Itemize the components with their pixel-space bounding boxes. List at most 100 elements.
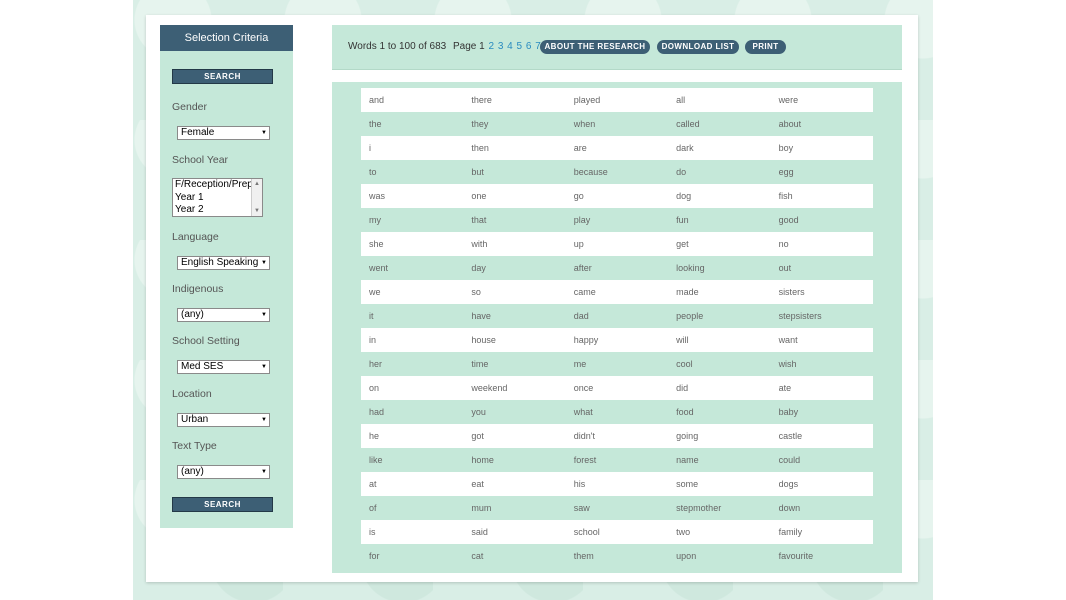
table-row: she with up get no	[361, 232, 873, 256]
word-cell: boy	[778, 143, 794, 153]
word-cell: i	[369, 143, 371, 153]
word-cell: were	[778, 95, 799, 105]
word-cell: dark	[676, 143, 694, 153]
dropdown-arrow-icon: ▼	[261, 260, 267, 266]
dropdown-arrow-icon: ▼	[261, 417, 267, 423]
language-select[interactable]: English Speaking ▼	[177, 256, 270, 270]
word-cell: because	[573, 167, 608, 177]
download-list-button[interactable]: DOWNLOAD LIST	[657, 40, 739, 54]
word-cell: them	[573, 551, 594, 561]
page-link-6[interactable]: 6	[526, 41, 532, 52]
word-cell: up	[573, 239, 584, 249]
word-cell: school	[573, 527, 600, 537]
table-row: is said school two family	[361, 520, 873, 544]
page-link-2[interactable]: 2	[488, 41, 494, 52]
word-cell: called	[676, 119, 700, 129]
word-cell: didn't	[573, 431, 596, 441]
language-select-value: English Speaking	[181, 257, 259, 268]
word-cell: one	[471, 191, 487, 201]
school-year-option[interactable]: Year 2	[173, 204, 251, 216]
word-cell: castle	[778, 431, 803, 441]
school-year-listbox[interactable]: F/Reception/Prep Year 1 Year 2 ▲ ▼	[172, 178, 263, 217]
table-row: for cat them upon favourite	[361, 544, 873, 568]
word-cell: got	[471, 431, 484, 441]
word-cell: with	[471, 239, 488, 249]
gender-select-value: Female	[181, 127, 215, 138]
word-cell: weekend	[471, 383, 508, 393]
word-cell: go	[573, 191, 584, 201]
word-cell: of	[369, 503, 377, 513]
text-type-select[interactable]: (any) ▼	[177, 465, 270, 479]
word-cell: sisters	[778, 287, 805, 297]
scroll-down-icon[interactable]: ▼	[252, 206, 262, 216]
search-button-top[interactable]: SEARCH	[172, 69, 273, 84]
location-select[interactable]: Urban ▼	[177, 413, 270, 427]
indigenous-select[interactable]: (any) ▼	[177, 308, 270, 322]
search-button-bottom[interactable]: SEARCH	[172, 497, 273, 512]
word-cell: dog	[676, 191, 692, 201]
word-cell: cool	[676, 359, 693, 369]
selection-criteria-sidebar: Selection Criteria SEARCH Gender Female …	[160, 25, 293, 528]
word-cell: they	[471, 119, 489, 129]
dropdown-arrow-icon: ▼	[261, 130, 267, 136]
word-cell: do	[676, 167, 687, 177]
word-cell: want	[778, 335, 798, 345]
word-cell: when	[573, 119, 596, 129]
word-cell: did	[676, 383, 689, 393]
word-cell: no	[778, 239, 789, 249]
word-cell: forest	[573, 455, 597, 465]
word-cell: name	[676, 455, 699, 465]
word-cell: and	[369, 95, 385, 105]
word-cell: day	[471, 263, 486, 273]
school-year-option[interactable]: F/Reception/Prep	[173, 179, 251, 192]
word-list-area: and there played all were the they when called ab…	[332, 82, 902, 573]
word-cell: came	[573, 287, 596, 297]
table-row: in house happy will want	[361, 328, 873, 352]
indigenous-select-value: (any)	[181, 309, 204, 320]
language-label: Language	[172, 231, 219, 243]
table-row: at eat his some dogs	[361, 472, 873, 496]
word-cell: in	[369, 335, 377, 345]
word-cell: we	[369, 287, 381, 297]
word-cell: said	[471, 527, 488, 537]
table-row: i then are dark boy	[361, 136, 873, 160]
school-setting-select[interactable]: Med SES ▼	[177, 360, 270, 374]
table-row: and there played all were	[361, 88, 873, 112]
word-cell: it	[369, 311, 374, 321]
word-cell: eat	[471, 479, 484, 489]
word-table: and there played all were the they when called ab…	[361, 88, 873, 568]
about-research-button[interactable]: ABOUT THE RESEARCH	[540, 40, 650, 54]
scroll-up-icon[interactable]: ▲	[252, 179, 262, 189]
word-cell: my	[369, 215, 381, 225]
word-cell: about	[778, 119, 802, 129]
word-cell: her	[369, 359, 383, 369]
page-link-5[interactable]: 5	[517, 41, 523, 52]
word-cell: have	[471, 311, 491, 321]
word-cell: saw	[573, 503, 590, 513]
word-cell: had	[369, 407, 385, 417]
text-type-label: Text Type	[172, 440, 217, 452]
table-row: her time me cool wish	[361, 352, 873, 376]
word-cell: fish	[778, 191, 793, 201]
table-row: the they when called about	[361, 112, 873, 136]
word-cell: stepmother	[676, 503, 722, 513]
school-year-option[interactable]: Year 1	[173, 192, 251, 205]
print-button[interactable]: PRINT	[745, 40, 786, 54]
table-row: my that play fun good	[361, 208, 873, 232]
location-label: Location	[172, 388, 212, 400]
dropdown-arrow-icon: ▼	[261, 469, 267, 475]
word-cell: for	[369, 551, 380, 561]
word-cell: will	[676, 335, 689, 345]
page-link-3[interactable]: 3	[498, 41, 504, 52]
word-cell: home	[471, 455, 494, 465]
word-cell: down	[778, 503, 801, 513]
word-cell: then	[471, 143, 489, 153]
word-cell: some	[676, 479, 699, 489]
word-cell: she	[369, 239, 384, 249]
listbox-scrollbar[interactable]: ▲ ▼	[251, 179, 262, 216]
word-cell: his	[573, 479, 586, 489]
gender-select[interactable]: Female ▼	[177, 126, 270, 140]
gender-label: Gender	[172, 101, 208, 113]
page-link-4[interactable]: 4	[507, 41, 513, 52]
word-cell: played	[573, 95, 601, 105]
